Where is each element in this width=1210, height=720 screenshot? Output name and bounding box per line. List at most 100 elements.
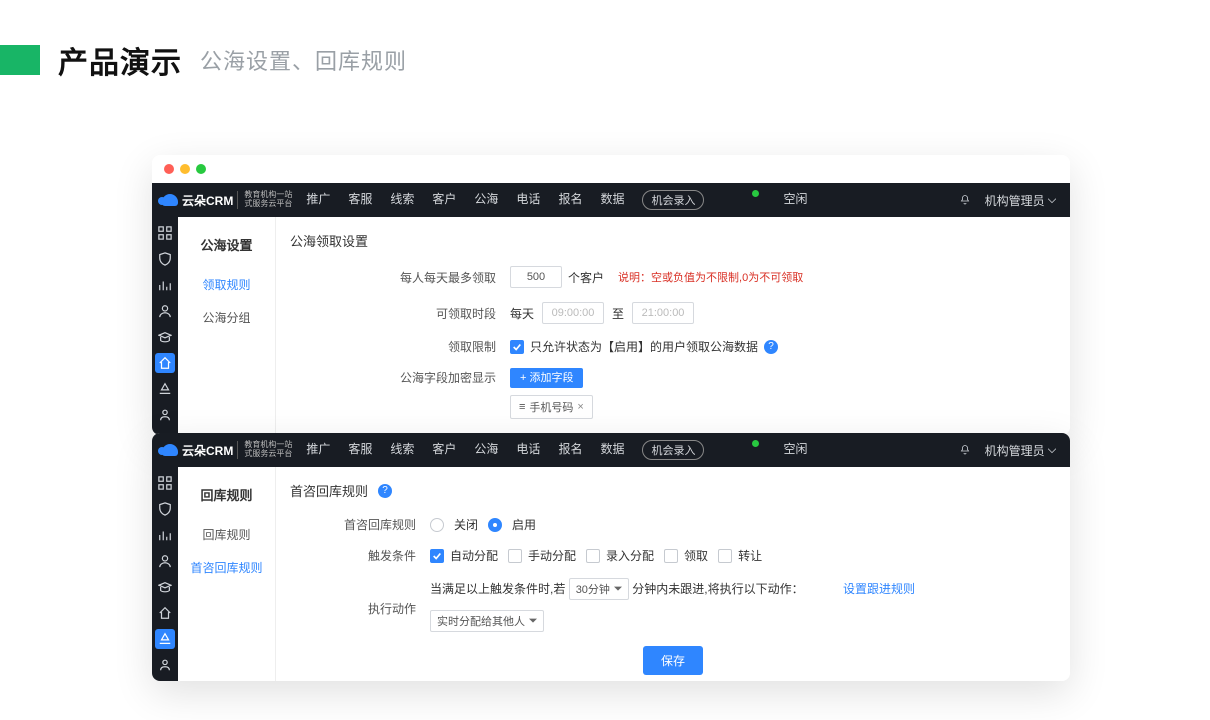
rail-recycle-icon[interactable] [155, 629, 175, 649]
rail-shield-icon[interactable] [155, 249, 175, 269]
rail-person-icon[interactable] [155, 655, 175, 675]
exec-prefix: 当满足以上触发条件时,若 [430, 582, 565, 596]
rail-chart-icon[interactable] [155, 275, 175, 295]
idle-status-label: 空闲 [783, 190, 807, 210]
nav-item[interactable]: 数据 [600, 440, 624, 460]
nav-item[interactable]: 报名 [558, 190, 582, 210]
tag-remove-icon[interactable]: × [577, 401, 583, 413]
row-label: 公海字段加密显示 [290, 369, 510, 386]
nav-item[interactable]: 电话 [516, 440, 540, 460]
row-label: 领取限制 [290, 338, 510, 355]
brand-sub: 教育机构一站式服务云平台 [237, 191, 292, 209]
period-daily: 每天 [510, 305, 534, 322]
mac-max-icon[interactable] [196, 164, 206, 174]
mac-title-bar [152, 155, 1070, 183]
user-menu[interactable]: 机构管理员 [985, 192, 1056, 209]
row-exec-action: 执行动作 当满足以上触发条件时,若 30分钟 分钟内未跟进,将执行以下动作： 设… [290, 578, 1056, 632]
nav-item[interactable]: 电话 [516, 190, 540, 210]
chk-entry[interactable] [586, 549, 600, 563]
idle-status-icon [752, 440, 759, 447]
rail-shield-icon[interactable] [155, 499, 175, 519]
rail-chart-icon[interactable] [155, 525, 175, 545]
nav-items: 推广 客服 线索 客户 公海 电话 报名 数据 机会录入 空闲 [306, 190, 807, 210]
opt-label: 录入分配 [606, 547, 654, 564]
mac-close-icon[interactable] [164, 164, 174, 174]
window-pool-settings: 云朵CRM 教育机构一站式服务云平台 推广 客服 线索 客户 公海 电话 报名 … [152, 155, 1070, 435]
side-item-pool-groups[interactable]: 公海分组 [178, 301, 275, 334]
nav-action-button[interactable]: 机会录入 [642, 190, 704, 210]
brand-logo[interactable]: 云朵CRM 教育机构一站式服务云平台 [162, 191, 292, 209]
limit-text: 只允许状态为【启用】的用户领取公海数据 [530, 338, 758, 355]
nav-item[interactable]: 公海 [474, 190, 498, 210]
nav-item[interactable]: 客户 [432, 190, 456, 210]
row-label: 首咨回库规则 [290, 516, 430, 533]
chk-claim[interactable] [664, 549, 678, 563]
nav-item[interactable]: 客户 [432, 440, 456, 460]
period-to-input[interactable] [632, 302, 694, 324]
tag-label: 手机号码 [529, 399, 573, 415]
chk-auto[interactable] [430, 549, 444, 563]
exec-suffix: 分钟内未跟进,将执行以下动作： [632, 582, 803, 596]
nav-item[interactable]: 客服 [348, 440, 372, 460]
rail-home-icon[interactable] [155, 353, 175, 373]
nav-item[interactable]: 公海 [474, 440, 498, 460]
row-claim-limit: 领取限制 只允许状态为【启用】的用户领取公海数据 ? [290, 338, 1056, 355]
section-title: 公海领取设置 [290, 231, 1056, 250]
encrypted-field-tag[interactable]: ≡ 手机号码 × [510, 395, 593, 419]
opt-label: 转让 [738, 547, 762, 564]
chk-transfer[interactable] [718, 549, 732, 563]
user-menu[interactable]: 机构管理员 [985, 442, 1056, 459]
top-nav: 云朵CRM 教育机构一站式服务云平台 推广 客服 线索 客户 公海 电话 报名 … [152, 183, 1070, 217]
period-to-label: 至 [612, 305, 624, 322]
row-label: 执行动作 [290, 578, 430, 617]
nav-item[interactable]: 推广 [306, 190, 330, 210]
brand-logo[interactable]: 云朵CRM 教育机构一站式服务云平台 [162, 441, 292, 459]
chk-manual[interactable] [508, 549, 522, 563]
nav-item[interactable]: 线索 [390, 190, 414, 210]
nav-action-button[interactable]: 机会录入 [642, 440, 704, 460]
help-icon[interactable]: ? [378, 484, 392, 498]
rail-home-icon[interactable] [155, 603, 175, 623]
rail-edu-icon[interactable] [155, 577, 175, 597]
rail-user-icon[interactable] [155, 301, 175, 321]
rail-edu-icon[interactable] [155, 327, 175, 347]
set-followup-link[interactable]: 设置跟进规则 [843, 582, 915, 596]
action-select[interactable]: 实时分配给其他人 [430, 610, 544, 632]
cloud-icon [162, 194, 178, 206]
rail-person-icon[interactable] [155, 405, 175, 425]
row-daily-limit: 每人每天最多领取 个客户 说明：空或负值为不限制,0为不可领取 [290, 266, 1056, 288]
save-button[interactable]: 保存 [643, 646, 703, 675]
daily-unit: 个客户 [568, 269, 604, 286]
add-field-button[interactable]: + 添加字段 [510, 368, 583, 388]
nav-item[interactable]: 客服 [348, 190, 372, 210]
icon-rail [152, 217, 178, 435]
nav-item[interactable]: 推广 [306, 440, 330, 460]
side-item-return-rules[interactable]: 回库规则 [178, 518, 275, 551]
nav-item[interactable]: 数据 [600, 190, 624, 210]
bell-icon[interactable] [959, 443, 971, 457]
rail-recycle-icon[interactable] [155, 379, 175, 399]
daily-limit-input[interactable] [510, 266, 562, 288]
page-title: 产品演示 [58, 38, 182, 82]
side-panel: 公海设置 领取规则 公海分组 [178, 217, 276, 435]
limit-checkbox[interactable] [510, 340, 524, 354]
accent-bar [0, 45, 40, 75]
radio-off[interactable] [430, 518, 444, 532]
help-icon[interactable]: ? [764, 340, 778, 354]
side-item-first-consult-rules[interactable]: 首咨回库规则 [178, 551, 275, 584]
opt-label: 手动分配 [528, 547, 576, 564]
nav-item[interactable]: 报名 [558, 440, 582, 460]
rail-dashboard-icon[interactable] [155, 223, 175, 243]
top-nav: 云朵CRM 教育机构一站式服务云平台 推广 客服 线索 客户 公海 电话 报名 … [152, 433, 1070, 467]
mac-min-icon[interactable] [180, 164, 190, 174]
drag-icon: ≡ [519, 401, 525, 413]
side-item-claim-rules[interactable]: 领取规则 [178, 268, 275, 301]
row-label: 触发条件 [290, 547, 430, 564]
radio-on[interactable] [488, 518, 502, 532]
nav-item[interactable]: 线索 [390, 440, 414, 460]
period-from-input[interactable] [542, 302, 604, 324]
duration-select[interactable]: 30分钟 [569, 578, 629, 600]
rail-dashboard-icon[interactable] [155, 473, 175, 493]
rail-user-icon[interactable] [155, 551, 175, 571]
bell-icon[interactable] [959, 193, 971, 207]
